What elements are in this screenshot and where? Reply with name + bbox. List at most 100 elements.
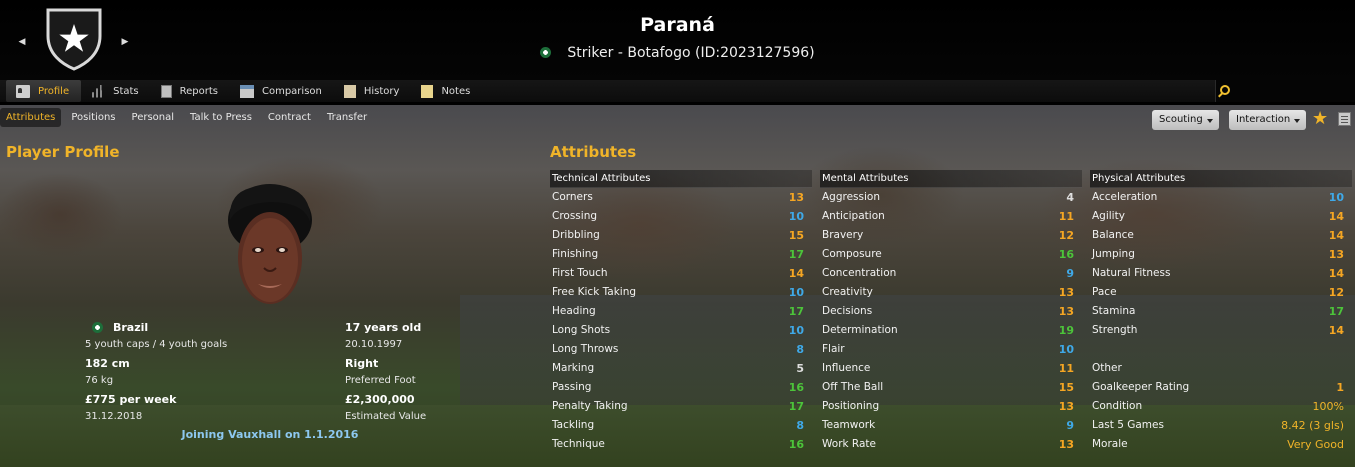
- attribute-value: 13: [788, 191, 804, 204]
- attribute-row[interactable]: Work Rate 13: [820, 435, 1082, 454]
- subtab-attributes[interactable]: Attributes: [0, 107, 62, 127]
- tab-profile[interactable]: Profile: [6, 80, 82, 102]
- attribute-value: 11: [1058, 362, 1074, 375]
- attribute-row[interactable]: Heading 17: [550, 302, 812, 321]
- attribute-row[interactable]: Stamina 17: [1090, 302, 1352, 321]
- attribute-row[interactable]: Corners 13: [550, 188, 812, 207]
- attribute-row[interactable]: Anticipation 11: [820, 207, 1082, 226]
- attribute-name: Off The Ball: [822, 381, 884, 393]
- subtab-talk-to-press[interactable]: Talk to Press: [184, 108, 258, 127]
- attribute-row[interactable]: Bravery 12: [820, 226, 1082, 245]
- attribute-name: Finishing: [552, 248, 599, 260]
- attribute-name: Jumping: [1092, 248, 1135, 260]
- attribute-name: Flair: [822, 343, 845, 355]
- tab-label: Comparison: [261, 85, 322, 97]
- attribute-value: 16: [788, 381, 804, 394]
- attribute-row[interactable]: Technique 16: [550, 435, 812, 454]
- attribute-value: 16: [788, 438, 804, 451]
- tab-history[interactable]: History: [334, 80, 412, 102]
- attribute-row[interactable]: Tackling 8: [550, 416, 812, 435]
- mental-attributes: Mental Attributes Aggression 4 Anticipatio…: [820, 170, 1082, 454]
- attribute-row[interactable]: Pace 12: [1090, 283, 1352, 302]
- attribute-row[interactable]: Natural Fitness 14: [1090, 264, 1352, 283]
- add-note-icon[interactable]: [1338, 112, 1351, 126]
- youth-caps: 5 youth caps / 4 youth goals: [85, 339, 228, 350]
- date-of-birth: 20.10.1997: [345, 339, 403, 350]
- search-icon: [1220, 85, 1230, 95]
- attribute-row[interactable]: Aggression 4: [820, 188, 1082, 207]
- brazil-flag-icon: [540, 47, 552, 58]
- attribute-row[interactable]: Long Shots 10: [550, 321, 812, 340]
- preferred-foot-label: Preferred Foot: [345, 375, 416, 386]
- attribute-row[interactable]: Teamwork 9: [820, 416, 1082, 435]
- attribute-row[interactable]: Passing 16: [550, 378, 812, 397]
- tab-label: Stats: [113, 85, 139, 97]
- attribute-row[interactable]: Flair 10: [820, 340, 1082, 359]
- attribute-name: Influence: [822, 362, 871, 374]
- attribute-row[interactable]: Finishing 17: [550, 245, 812, 264]
- preferred-foot: Right: [345, 357, 379, 370]
- technical-attributes: Technical Attributes Corners 13 Crossing 10…: [550, 170, 812, 454]
- attribute-row[interactable]: Goalkeeper Rating 1: [1090, 378, 1352, 397]
- attribute-row[interactable]: Dribbling 15: [550, 226, 812, 245]
- attribute-row[interactable]: Positioning 13: [820, 397, 1082, 416]
- attribute-row[interactable]: Morale Very Good: [1090, 435, 1352, 454]
- attribute-row[interactable]: First Touch 14: [550, 264, 812, 283]
- attribute-row[interactable]: Long Throws 8: [550, 340, 812, 359]
- attribute-value: 17: [788, 305, 804, 318]
- tab-notes[interactable]: Notes: [411, 80, 482, 102]
- attribute-row[interactable]: Jumping 13: [1090, 245, 1352, 264]
- attribute-value: 12: [1328, 286, 1344, 299]
- attribute-value: 8: [796, 343, 804, 356]
- attribute-row[interactable]: Acceleration 10: [1090, 188, 1352, 207]
- attribute-name: Marking: [552, 362, 595, 374]
- attribute-row[interactable]: Influence 11: [820, 359, 1082, 378]
- attribute-row[interactable]: Strength 14: [1090, 321, 1352, 340]
- history-icon: [343, 84, 356, 98]
- attribute-value: 17: [788, 400, 804, 413]
- interaction-dropdown[interactable]: Interaction: [1229, 110, 1307, 130]
- contract-expiry: 31.12.2018: [85, 411, 143, 422]
- attribute-row[interactable]: Agility 14: [1090, 207, 1352, 226]
- attribute-row[interactable]: Penalty Taking 17: [550, 397, 812, 416]
- attribute-name: Balance: [1092, 229, 1134, 241]
- tab-label: Profile: [38, 85, 70, 97]
- attribute-row[interactable]: Composure 16: [820, 245, 1082, 264]
- attribute-row[interactable]: Last 5 Games 8.42 (3 gls): [1090, 416, 1352, 435]
- stats-icon: [91, 84, 106, 98]
- tab-comparison[interactable]: Comparison: [230, 80, 334, 102]
- scouting-dropdown[interactable]: Scouting: [1152, 110, 1219, 130]
- attribute-name: Dribbling: [552, 229, 600, 241]
- joining-club-link[interactable]: Joining Vauxhall on 1.1.2016: [0, 428, 540, 441]
- attribute-name: Long Shots: [552, 324, 611, 336]
- attribute-row[interactable]: Condition 100%: [1090, 397, 1352, 416]
- attribute-value: 10: [1058, 343, 1074, 356]
- subtab-transfer[interactable]: Transfer: [321, 108, 373, 127]
- subtab-positions[interactable]: Positions: [65, 108, 121, 127]
- tab-reports[interactable]: Reports: [151, 80, 230, 102]
- attribute-row[interactable]: Determination 19: [820, 321, 1082, 340]
- search-input[interactable]: [1215, 80, 1355, 102]
- attribute-row[interactable]: Crossing 10: [550, 207, 812, 226]
- comparison-icon: [239, 84, 254, 98]
- attribute-row[interactable]: Marking 5: [550, 359, 812, 378]
- subtab-personal[interactable]: Personal: [126, 108, 181, 127]
- subtab-contract[interactable]: Contract: [262, 108, 317, 127]
- tab-stats[interactable]: Stats: [81, 80, 151, 102]
- attribute-row[interactable]: Creativity 13: [820, 283, 1082, 302]
- shortlist-star-icon[interactable]: ★: [1312, 109, 1328, 129]
- attribute-value: 13: [1058, 286, 1074, 299]
- attribute-row[interactable]: Concentration 9: [820, 264, 1082, 283]
- attribute-name: Strength: [1092, 324, 1138, 336]
- attribute-row[interactable]: Off The Ball 15: [820, 378, 1082, 397]
- attribute-row[interactable]: Balance 14: [1090, 226, 1352, 245]
- attribute-row[interactable]: Free Kick Taking 10: [550, 283, 812, 302]
- physical-attributes-header: Physical Attributes: [1090, 170, 1352, 188]
- tab-label: History: [363, 85, 400, 97]
- attribute-name: Technique: [552, 438, 605, 450]
- attribute-value: 10: [1328, 191, 1344, 204]
- attribute-name: Corners: [552, 191, 593, 203]
- attribute-value: 17: [788, 248, 804, 261]
- attribute-row[interactable]: Decisions 13: [820, 302, 1082, 321]
